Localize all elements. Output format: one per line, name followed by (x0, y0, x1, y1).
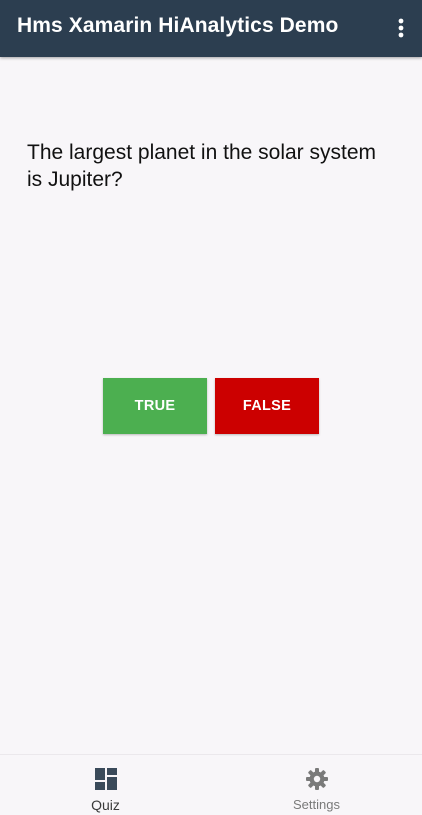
false-button[interactable]: FALSE (215, 378, 319, 434)
nav-label-settings: Settings (293, 797, 340, 812)
more-vert-icon (398, 18, 404, 38)
nav-item-settings[interactable]: Settings (211, 755, 422, 815)
overflow-menu-button[interactable] (386, 8, 416, 48)
app-title: Hms Xamarin HiAnalytics Demo (17, 14, 339, 37)
question-text: The largest planet in the solar system i… (27, 141, 377, 191)
dashboard-icon (94, 768, 117, 790)
nav-label-quiz: Quiz (91, 797, 120, 813)
app-screen: Hms Xamarin HiAnalytics Demo The largest… (0, 0, 422, 815)
app-bar: Hms Xamarin HiAnalytics Demo (0, 0, 422, 57)
gear-icon (305, 768, 328, 790)
true-button[interactable]: TRUE (103, 378, 207, 434)
bottom-navigation: Quiz Settings (0, 754, 422, 815)
nav-item-quiz[interactable]: Quiz (0, 755, 211, 815)
